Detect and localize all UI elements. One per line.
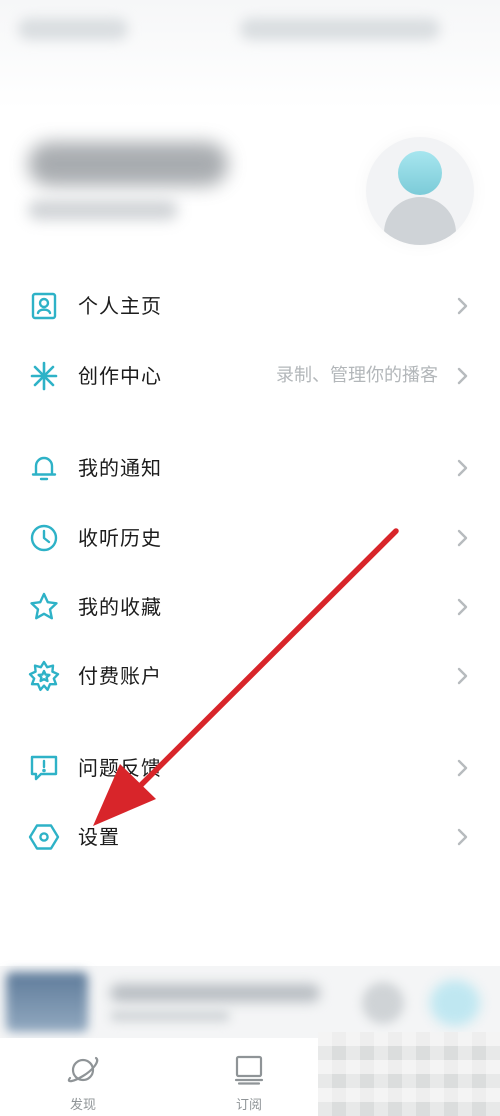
menu-item-label: 创作中心 (78, 364, 162, 388)
menu-item-my-favorites[interactable]: 我的收藏 (0, 577, 500, 637)
chevron-right-icon (452, 597, 472, 617)
chevron-right-icon (452, 528, 472, 548)
avatar-body (384, 197, 456, 245)
mini-player-playlist-button[interactable] (362, 982, 404, 1024)
tab-subscriptions[interactable]: 订阅 (194, 1038, 304, 1116)
status-time-blur (18, 18, 128, 40)
menu-item-label: 收听历史 (78, 526, 162, 550)
profile-menu-screen: 个人主页 创作中心 录制、管理你的播客 我的通知 收听历史 我的收藏 付费账户 … (0, 0, 500, 1116)
chevron-right-icon (452, 827, 472, 847)
tab-discover[interactable]: 发现 (28, 1038, 138, 1116)
planet-icon (65, 1052, 101, 1088)
tab-label: 订阅 (235, 1098, 262, 1113)
person-card-icon (28, 290, 60, 322)
chevron-right-icon (452, 758, 472, 778)
monitor-icon (231, 1052, 267, 1088)
star-icon (28, 591, 60, 623)
chevron-right-icon (452, 458, 472, 478)
menu-item-label: 个人主页 (78, 294, 162, 318)
menu-item-label: 设置 (78, 825, 120, 849)
menu-item-label: 付费账户 (78, 664, 162, 688)
pixelated-watermark (318, 1032, 500, 1116)
menu-item-label: 我的通知 (78, 456, 162, 480)
feedback-icon (28, 752, 60, 784)
hexagon-gear-icon (28, 821, 60, 853)
menu-item-paid-account[interactable]: 付费账户 (0, 646, 500, 706)
menu-item-hint: 录制、管理你的播客 (276, 365, 438, 386)
avatar[interactable] (366, 137, 474, 245)
tab-label: 发现 (69, 1098, 96, 1113)
menu-item-listening-history[interactable]: 收听历史 (0, 508, 500, 568)
mini-player-title-blurred (110, 984, 320, 1002)
mini-player-play-button[interactable] (430, 980, 480, 1026)
mini-player[interactable] (0, 966, 500, 1038)
menu-item-feedback[interactable]: 问题反馈 (0, 738, 500, 798)
clock-icon (28, 522, 60, 554)
badge-star-icon (28, 660, 60, 692)
asterisk-star-icon (28, 360, 60, 392)
chevron-right-icon (452, 366, 472, 386)
chevron-right-icon (452, 296, 472, 316)
avatar-head (398, 151, 442, 195)
bell-icon (28, 452, 60, 484)
status-icons-blur (240, 18, 440, 40)
menu-item-label: 问题反馈 (78, 756, 162, 780)
mini-player-subtitle-blurred (110, 1010, 230, 1022)
profile-name-blurred[interactable] (28, 142, 228, 186)
status-bar (0, 0, 500, 110)
mini-player-cover (6, 972, 88, 1032)
menu-item-my-notifications[interactable]: 我的通知 (0, 438, 500, 498)
menu-item-label: 我的收藏 (78, 595, 162, 619)
chevron-right-icon (452, 666, 472, 686)
profile-subtitle-blurred (28, 200, 178, 220)
menu-item-creator-center[interactable]: 创作中心 录制、管理你的播客 (0, 346, 500, 406)
menu-item-settings[interactable]: 设置 (0, 807, 500, 867)
menu-item-personal-homepage[interactable]: 个人主页 (0, 276, 500, 336)
